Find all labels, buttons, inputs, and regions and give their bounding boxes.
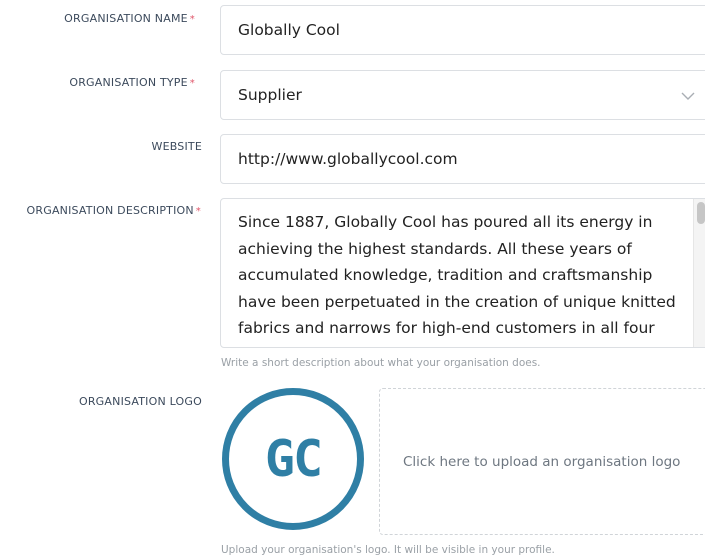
- upload-prompt-text: Click here to upload an organisation log…: [403, 453, 681, 470]
- description-scrollbar[interactable]: [693, 199, 705, 347]
- organisation-description-textarea[interactable]: Since 1887, Globally Cool has poured all…: [220, 198, 705, 348]
- organisation-description-label: ORGANISATION DESCRIPTION *: [26, 204, 201, 217]
- scrollbar-thumb[interactable]: [697, 202, 705, 224]
- logo-upload-dropzone[interactable]: Click here to upload an organisation log…: [379, 388, 705, 535]
- organisation-name-input[interactable]: Globally Cool: [220, 5, 705, 55]
- organisation-name-value: Globally Cool: [238, 21, 340, 39]
- chevron-down-icon[interactable]: [681, 87, 695, 100]
- required-marker: *: [195, 206, 201, 217]
- description-help-text: Write a short description about what you…: [221, 357, 541, 369]
- logo-monogram: GC: [264, 430, 323, 488]
- organisation-name-label: ORGANISATION NAME *: [64, 12, 195, 25]
- website-label: WEBSITE: [151, 140, 202, 153]
- required-marker: *: [189, 78, 195, 89]
- organisation-type-label: ORGANISATION TYPE *: [69, 76, 195, 89]
- logo-help-text: Upload your organisation's logo. It will…: [221, 544, 555, 556]
- website-value: http://www.globallycool.com: [238, 150, 458, 168]
- organisation-type-value: Supplier: [238, 86, 302, 104]
- organisation-type-select[interactable]: Supplier: [220, 70, 705, 120]
- organisation-logo-label: ORGANISATION LOGO: [78, 395, 202, 408]
- required-marker: *: [189, 14, 195, 25]
- website-input[interactable]: http://www.globallycool.com: [220, 134, 705, 184]
- organisation-description-value: Since 1887, Globally Cool has poured all…: [238, 213, 676, 347]
- organisation-logo-image: GC: [222, 388, 364, 530]
